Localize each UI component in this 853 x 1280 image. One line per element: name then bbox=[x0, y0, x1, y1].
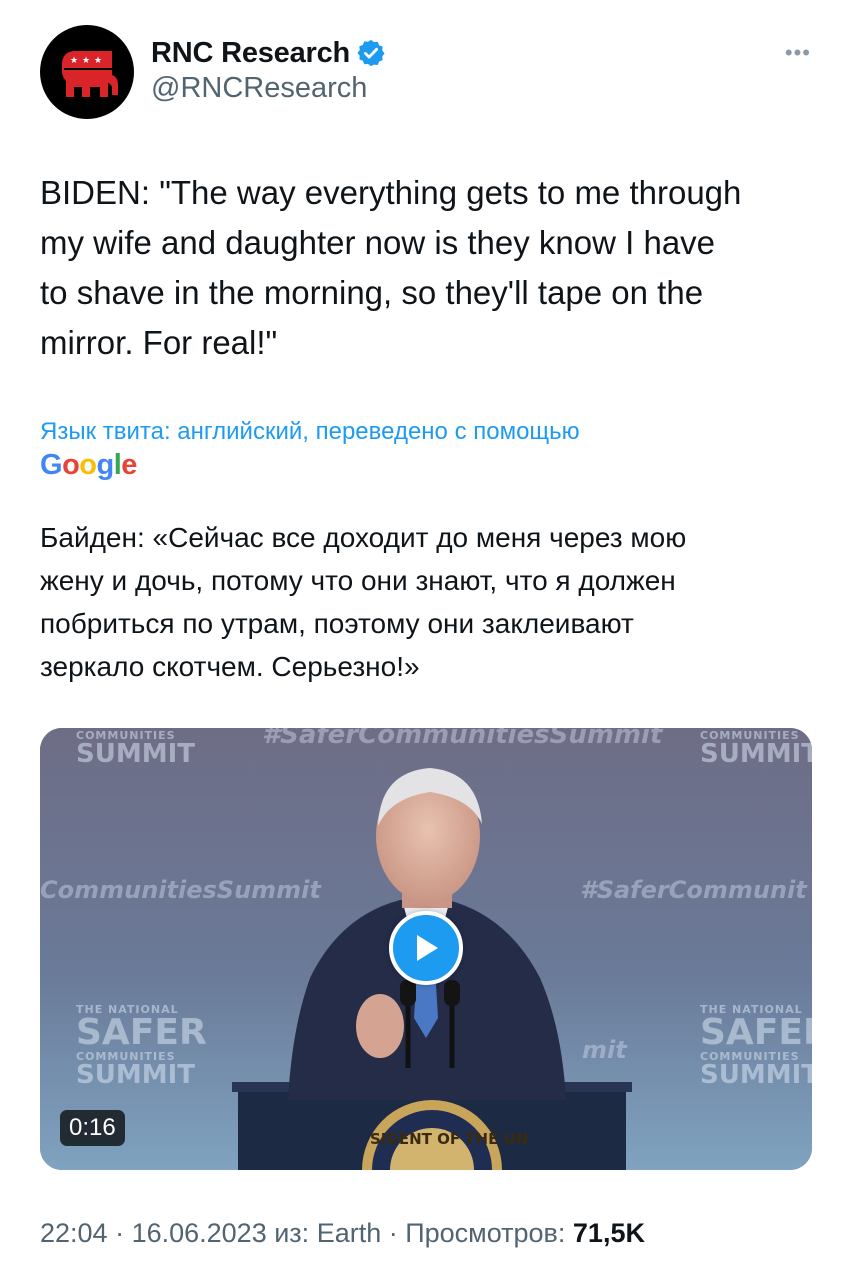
svg-text:★: ★ bbox=[94, 56, 102, 66]
views-count[interactable]: 71,5K bbox=[573, 1218, 645, 1248]
summit-word: SUMMIT bbox=[76, 739, 195, 769]
video-player[interactable]: #SaferCommunitiesSummit CommunitiesSummi… bbox=[40, 728, 812, 1170]
handle[interactable]: @RNCResearch bbox=[151, 72, 367, 105]
views-label: Просмотров: bbox=[405, 1218, 573, 1248]
google-letter: e bbox=[121, 449, 137, 481]
display-name[interactable]: RNC Research bbox=[151, 37, 350, 70]
video-duration: 0:16 bbox=[60, 1110, 125, 1146]
svg-text:★: ★ bbox=[82, 56, 90, 66]
source-prefix: из: bbox=[266, 1218, 317, 1248]
tweet-source: Earth bbox=[316, 1218, 382, 1248]
safer-word: SAFER bbox=[700, 1012, 812, 1053]
safer-logo-right: THE NATIONAL SAFER COMMUNITIES SUMMIT bbox=[700, 1004, 812, 1088]
google-letter: g bbox=[96, 449, 115, 481]
safer-logo-left: THE NATIONAL SAFER COMMUNITIES SUMMIT bbox=[76, 1004, 207, 1088]
banner-left-hashtag: CommunitiesSummit bbox=[40, 876, 321, 904]
banner-right-hashtag: #SaferCommunit bbox=[580, 876, 807, 904]
google-letter: G bbox=[40, 449, 63, 481]
republican-elephant-icon: ★ ★ ★ bbox=[62, 51, 118, 97]
summit-logo-top-right: COMMUNITIES SUMMIT bbox=[700, 730, 812, 767]
verified-badge-icon bbox=[356, 38, 386, 68]
summit-word: SUMMIT bbox=[700, 739, 812, 769]
play-icon bbox=[417, 935, 438, 961]
seal-text: SIDENT OF THE UN bbox=[370, 1130, 529, 1148]
avatar[interactable]: ★ ★ ★ bbox=[40, 25, 134, 119]
name-row: RNC Research bbox=[151, 34, 386, 72]
safer-summit-word: SUMMIT bbox=[76, 1060, 195, 1090]
play-button[interactable] bbox=[389, 911, 463, 985]
banner-top-hashtag: #SaferCommunitiesSummit bbox=[262, 728, 663, 750]
separator: · bbox=[381, 1218, 406, 1248]
tweet-meta: 22:04 · 16.06.2023 из: Earth · Просмотро… bbox=[40, 1218, 645, 1249]
more-options-icon[interactable]: ••• bbox=[785, 40, 811, 66]
google-letter: o bbox=[79, 449, 97, 481]
translation-label[interactable]: Язык твита: английский, переведено с пом… bbox=[40, 418, 580, 446]
translated-text: Байден: «Сейчас все доходит до меня чере… bbox=[40, 522, 687, 682]
google-logo: Google bbox=[40, 449, 137, 482]
safer-word: SAFER bbox=[76, 1012, 207, 1053]
banner-center-fragment: mit bbox=[582, 1036, 627, 1064]
summit-logo-top-left: COMMUNITIES SUMMIT bbox=[76, 730, 195, 767]
tweet-time[interactable]: 22:04 bbox=[40, 1218, 108, 1248]
safer-summit-word: SUMMIT bbox=[700, 1060, 812, 1090]
tweet-date[interactable]: 16.06.2023 bbox=[132, 1218, 267, 1248]
google-letter: o bbox=[62, 449, 80, 481]
separator: · bbox=[107, 1218, 132, 1248]
tweet-text: BIDEN: "The way everything gets to me th… bbox=[40, 174, 742, 361]
svg-text:★: ★ bbox=[70, 56, 78, 66]
